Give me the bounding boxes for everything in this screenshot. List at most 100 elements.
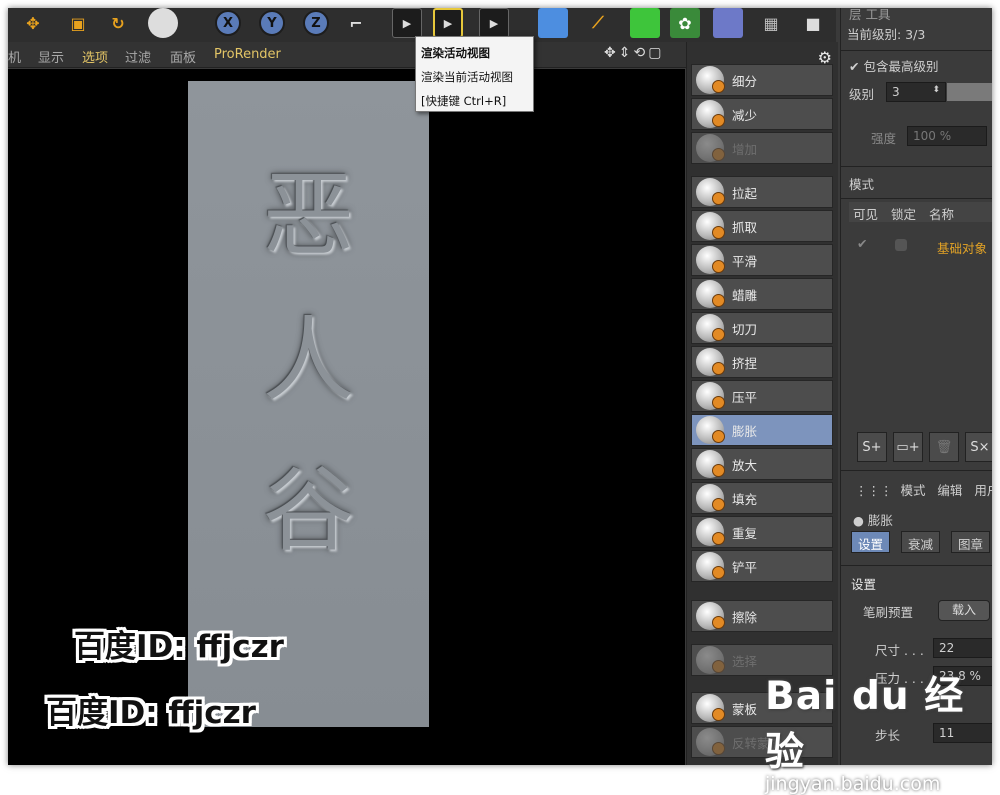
subdivision-icon[interactable] — [630, 8, 660, 38]
floor-icon[interactable]: ▦ — [756, 8, 786, 38]
render-settings-icon[interactable]: ▶ — [479, 8, 509, 38]
sculpt-brush-icon — [696, 314, 725, 342]
sculpt-tool-button[interactable]: 抓取 — [691, 210, 833, 242]
menu-prorender[interactable]: ProRender — [214, 47, 281, 62]
size-label: 尺寸 . . . — [875, 643, 924, 658]
live-selection-icon[interactable] — [148, 8, 178, 38]
level-field[interactable]: 3 ⬍ — [886, 82, 946, 102]
current-level-label: 当前级别: 3/3 — [847, 27, 926, 42]
tab-settings[interactable]: 设置 — [851, 531, 891, 553]
brush-dot-icon — [712, 260, 725, 273]
menu-display[interactable]: 显示 — [38, 47, 64, 66]
sculpt-tool-button[interactable]: 平滑 — [691, 244, 833, 276]
size-field[interactable]: 22 — [933, 638, 992, 658]
sculpt-brush-icon — [696, 552, 725, 580]
sculpt-tool-button[interactable]: 蜡雕 — [691, 278, 833, 310]
level-slider[interactable] — [947, 83, 992, 101]
render-view-icon[interactable]: ▶ — [392, 8, 422, 38]
sculpt-tool-label: 蒙板 — [732, 701, 758, 717]
brush-dot-icon — [712, 294, 725, 307]
load-preset-button[interactable]: 载入 — [938, 600, 990, 621]
menu-camera[interactable]: 机 — [8, 47, 21, 66]
strength-field[interactable]: 100 % — [907, 126, 987, 146]
render-tooltip: 渲染活动视图 渲染当前活动视图 [快捷键 Ctrl+R] — [415, 36, 534, 112]
coordinate-system-icon[interactable]: ⌐ — [341, 8, 371, 38]
viewport-menubar: 机 显示 选项 过滤 面板 ProRender — [8, 42, 688, 68]
sculpt-tool-button[interactable]: 细分 — [691, 64, 833, 96]
sculpt-tool-button[interactable]: 增加 — [691, 132, 833, 164]
brush-dot-icon — [712, 192, 725, 205]
sculpt-brush-icon — [696, 348, 725, 376]
brush-dot-icon — [712, 464, 725, 477]
cube-icon[interactable] — [538, 8, 568, 38]
sculpt-tool-label: 平滑 — [732, 253, 758, 269]
brush-title: ● 膨胀 — [853, 510, 893, 529]
z-axis-button[interactable]: Z — [303, 10, 329, 36]
baidu-id-watermark-1: 百度ID: ffjczr — [74, 629, 284, 665]
strength-value: 100 % — [913, 129, 952, 143]
brush-dot-icon — [712, 148, 725, 161]
tab-stamp[interactable]: 图章 — [951, 531, 991, 553]
sculpt-tool-button[interactable]: 膨胀 — [691, 414, 833, 446]
include-top-checkbox[interactable]: ✔ 包含最高级别 — [849, 56, 938, 75]
delete-layer-icon[interactable]: 🗑 — [929, 432, 959, 462]
sculpt-tool-button[interactable]: 减少 — [691, 98, 833, 130]
move-tool-icon[interactable]: ✥ — [18, 8, 48, 38]
sculpt-tool-button[interactable]: 拉起 — [691, 176, 833, 208]
sculpt-tool-label: 铲平 — [732, 559, 758, 575]
bottom-menu-edit[interactable]: 编辑 — [937, 483, 962, 498]
menu-panel[interactable]: 面板 — [170, 47, 196, 66]
sculpt-brush-icon — [696, 178, 725, 206]
panel-header: 层 工具 — [849, 8, 891, 22]
clear-layer-icon[interactable]: S× — [965, 432, 992, 462]
tab-falloff[interactable]: 衰减 — [901, 531, 941, 553]
sculpt-tool-button[interactable]: 铲平 — [691, 550, 833, 582]
brush-dot-icon — [712, 616, 725, 629]
camera-icon[interactable]: ■ — [798, 8, 828, 38]
brush-dot-icon — [712, 566, 725, 579]
strength-label: 强度 — [871, 131, 897, 146]
sculpt-tool-button[interactable]: 放大 — [691, 448, 833, 480]
sculpt-tool-label: 拉起 — [732, 185, 758, 201]
rotate-tool-icon[interactable]: ↻ — [103, 8, 133, 38]
layer-name[interactable]: 基础对象 — [937, 238, 987, 257]
sculpt-tools-panel: ⚙ 细分 减少 增加 拉起 抓取 平滑 蜡雕 切刀 挤捏 压平 膨胀 放大 填充 重复 铲平 擦除 选择 蒙板 反转… — [686, 42, 838, 765]
layer-lock-checkbox[interactable] — [895, 239, 907, 251]
plaque-char-2: 人 — [262, 307, 355, 414]
level-value: 3 — [892, 85, 900, 99]
brush-dot-icon — [712, 708, 725, 721]
bottom-menu-user[interactable]: 用户 — [974, 483, 992, 498]
sculpt-tool-button[interactable]: 切刀 — [691, 312, 833, 344]
sculpt-tool-button[interactable]: 填充 — [691, 482, 833, 514]
sculpt-tool-label: 选择 — [732, 653, 758, 669]
sculpt-tool-label: 膨胀 — [732, 423, 758, 439]
baidu-jingyan-url: jingyan.baidu.com — [765, 773, 941, 795]
viewport-nav-icons[interactable]: ✥⇕⟲▢ — [604, 45, 664, 61]
add-layer-icon[interactable]: S+ — [857, 432, 887, 462]
sculpt-tool-button[interactable]: 压平 — [691, 380, 833, 412]
col-lock: 锁定 — [891, 207, 917, 222]
render-active-view-icon[interactable]: ▶ — [433, 8, 463, 38]
tooltip-shortcut: [快捷键 Ctrl+R] — [421, 94, 507, 108]
sculpt-tool-label: 擦除 — [732, 609, 758, 625]
sculpt-brush-icon — [696, 66, 725, 94]
y-axis-button[interactable]: Y — [259, 10, 285, 36]
add-folder-icon[interactable]: ▭+ — [893, 432, 923, 462]
sculpt-tool-button[interactable]: 挤捏 — [691, 346, 833, 378]
pen-icon[interactable]: ⟋ — [583, 8, 613, 38]
3d-viewport[interactable]: 恶 人 谷 百度ID: ffjczr 百度ID: ffjczr — [8, 69, 685, 765]
mograph-icon[interactable]: ✿ — [670, 8, 700, 38]
menu-options[interactable]: 选项 — [82, 47, 108, 66]
x-axis-button[interactable]: X — [215, 10, 241, 36]
stepper-icon[interactable]: ⬍ — [932, 85, 940, 95]
layer-visible-checkbox[interactable]: ✔ — [857, 236, 867, 251]
sculpt-tool-label: 抓取 — [732, 219, 758, 235]
menu-filter[interactable]: 过滤 — [125, 47, 151, 66]
mode-label: 模式 — [849, 177, 875, 192]
bottom-menu-mode[interactable]: 模式 — [900, 483, 925, 498]
sculpt-tool-label: 填充 — [732, 491, 758, 507]
sculpt-tool-button[interactable]: 擦除 — [691, 600, 833, 632]
scale-tool-icon[interactable]: ▣ — [63, 8, 93, 38]
deformer-icon[interactable] — [713, 8, 743, 38]
sculpt-tool-button[interactable]: 重复 — [691, 516, 833, 548]
